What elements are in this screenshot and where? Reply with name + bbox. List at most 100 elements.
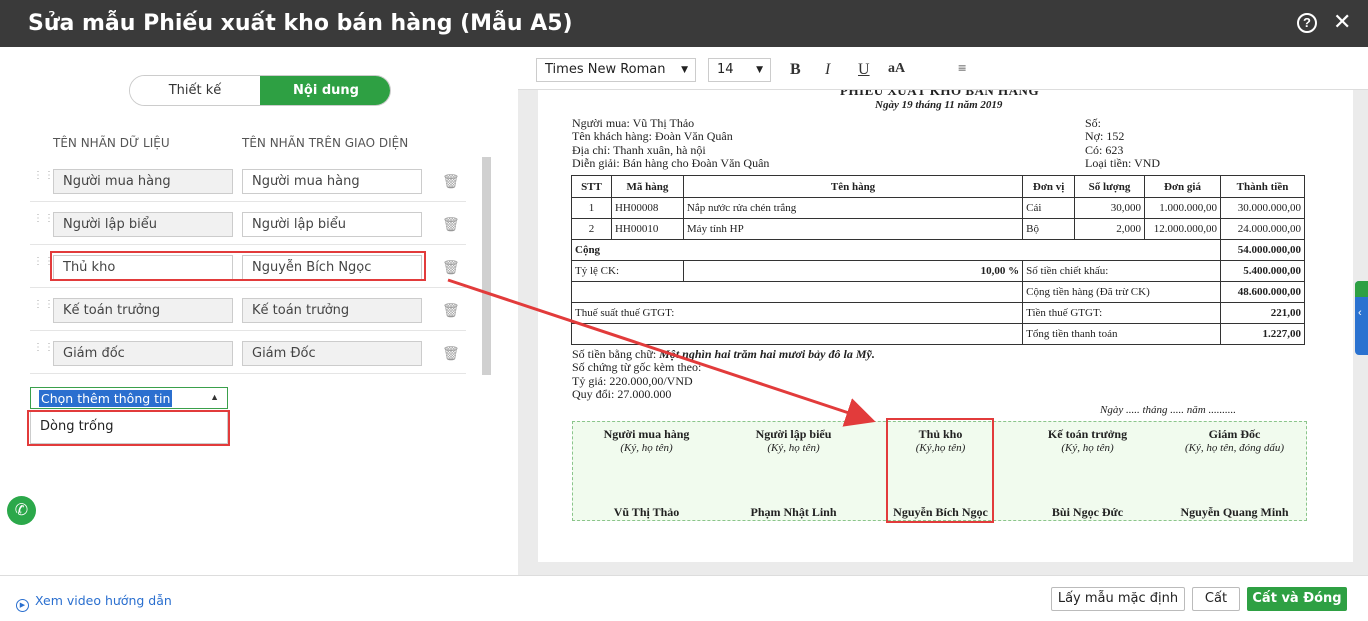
mode-toggle: Thiết kế Nội dung <box>129 75 391 106</box>
trash-icon[interactable]: 🗑 <box>442 173 460 189</box>
table-cell: Máy tính HP <box>682 218 1024 240</box>
preview-panel: Times New Roman ▼ 14 ▼ B I U aA ≡ PHIẾU … <box>518 47 1368 575</box>
trash-icon[interactable]: 🗑 <box>442 259 460 275</box>
ui-label-input[interactable]: Kế toán trưởng <box>242 298 422 323</box>
table-cell <box>570 323 1024 345</box>
signer-title: Giám Đốc <box>1208 427 1261 441</box>
table-cell: HH00010 <box>610 218 684 240</box>
format-toolbar: Times New Roman ▼ 14 ▼ B I U aA ≡ <box>518 47 1368 90</box>
table-cell: Bộ <box>1022 218 1076 240</box>
table-header: STT <box>571 175 612 198</box>
table-header-row: STT Mã hàng Tên hàng Đơn vị Số lượng Đơn… <box>571 175 1306 198</box>
add-info-select[interactable]: Chọn thêm thông tin ▲ <box>30 387 228 409</box>
close-icon[interactable]: ✕ <box>1333 11 1351 33</box>
tab-content[interactable]: Nội dung <box>260 76 390 105</box>
drag-handle-icon[interactable]: ⋮⋮ <box>33 257 54 271</box>
items-table: STT Mã hàng Tên hàng Đơn vị Số lượng Đơn… <box>570 175 1306 345</box>
tab-design[interactable]: Thiết kế <box>130 76 260 105</box>
table-row: Tỷ lệ CK: 10,00 % Số tiền chiết khấu: 5.… <box>571 260 1306 282</box>
highlight-box <box>27 410 230 446</box>
doc-customer: Tên khách hàng: Đoàn Văn Quân <box>572 129 733 143</box>
italic-button[interactable]: I <box>825 61 830 79</box>
signer-title: Kế toán trưởng <box>1047 427 1128 441</box>
data-label-field: Kế toán trưởng <box>53 298 233 323</box>
content-editor-panel: Thiết kế Nội dung TÊN NHÃN DỮ LIỆU TÊN N… <box>0 47 518 575</box>
ui-label-input[interactable]: Giám Đốc <box>242 341 422 366</box>
net-label: Cộng tiền hàng (Đã trừ CK) <box>1022 281 1221 303</box>
table-row: 1 HH00008 Nắp nước rửa chén trắng Cái 30… <box>571 197 1306 219</box>
grand-value: 1.227,00 <box>1219 323 1306 345</box>
save-and-close-button[interactable]: Cất và Đóng <box>1247 587 1347 611</box>
help-video-label: Xem video hướng dẫn <box>35 593 172 608</box>
drag-handle-icon[interactable]: ⋮⋮ <box>33 300 54 314</box>
vat-label: Tiền thuế GTGT: <box>1022 302 1221 324</box>
font-size-value: 14 <box>717 62 734 77</box>
bold-button[interactable]: B <box>790 61 801 79</box>
signer-sub: (Ký, họ tên) <box>1061 442 1114 454</box>
side-panel-tab[interactable]: ‹ <box>1355 281 1368 355</box>
words-value: Một nghìn hai trăm hai mươi bảy đô la Mỹ… <box>659 347 875 361</box>
vat-value: 221,00 <box>1219 302 1306 324</box>
scrollbar[interactable] <box>482 157 491 375</box>
signer-sub: (Ký, họ tên) <box>767 442 820 454</box>
data-label-field: Người lập biểu <box>53 212 233 237</box>
signer-title: Người mua hàng <box>603 427 690 441</box>
drag-handle-icon[interactable]: ⋮⋮ <box>33 171 54 185</box>
play-icon: ▶ <box>16 599 29 612</box>
highlight-box <box>886 418 994 523</box>
table-cell: 1 <box>571 197 612 219</box>
footer-bar: ▶ Xem video hướng dẫn Lấy mẫu mặc định Cấ… <box>0 575 1368 621</box>
font-family-value: Times New Roman <box>545 62 666 77</box>
doc-attachments: Số chứng từ gốc kèm theo: <box>572 360 702 374</box>
doc-title: PHIẾU XUẤT KHO BÁN HÀNG <box>840 90 1040 98</box>
signer-sub: (Ký, họ tên) <box>620 442 673 454</box>
underline-button[interactable]: U <box>858 61 870 79</box>
discount-rate-label: Tỷ lệ CK: <box>571 260 684 282</box>
align-icon[interactable]: ≡ <box>958 61 966 78</box>
doc-date: Ngày 19 tháng 11 năm 2019 <box>875 99 1003 111</box>
ui-label-input[interactable]: Người lập biểu <box>242 212 422 237</box>
table-cell: 2 <box>571 218 612 240</box>
help-video-link[interactable]: ▶ Xem video hướng dẫn <box>16 593 172 612</box>
table-cell: 12.000.000,00 <box>1144 218 1221 240</box>
doc-exchange: Quy đổi: 27.000.000 <box>572 387 672 401</box>
trash-icon[interactable]: 🗑 <box>442 345 460 361</box>
table-cell: 2,000 <box>1074 218 1145 240</box>
discount-amount-label: Số tiền chiết khấu: <box>1022 260 1221 282</box>
table-header: Đơn giá <box>1144 175 1221 198</box>
table-cell: Nắp nước rửa chén trắng <box>682 197 1024 219</box>
doc-no: Nợ: 152 <box>1085 129 1125 143</box>
table-cell: HH00008 <box>610 197 684 219</box>
document-preview: PHIẾU XUẤT KHO BÁN HÀNG Ngày 19 tháng 11… <box>538 90 1353 562</box>
grand-label: Tổng tiền thanh toán <box>1022 323 1221 345</box>
table-row: Cộng 54.000.000,00 <box>571 239 1306 261</box>
trash-icon[interactable]: 🗑 <box>442 302 460 318</box>
signer-sub: (Ký, họ tên, đóng dấu) <box>1185 442 1284 454</box>
help-icon[interactable]: ? <box>1297 13 1317 33</box>
phone-icon[interactable]: ✆ <box>7 496 36 525</box>
column-header-ui-label: TÊN NHÃN TRÊN GIAO DIỆN <box>242 136 409 150</box>
signer-name: Vũ Thị Thảo <box>613 505 680 519</box>
table-cell: 30,000 <box>1074 197 1145 219</box>
text-case-button[interactable]: aA <box>888 61 905 77</box>
total-value: 54.000.000,00 <box>1219 239 1306 261</box>
trash-icon[interactable]: 🗑 <box>442 216 460 232</box>
drag-handle-icon[interactable]: ⋮⋮ <box>33 214 54 228</box>
title-bar: Sửa mẫu Phiếu xuất kho bán hàng (Mẫu A5)… <box>0 0 1368 47</box>
chevron-down-icon: ▼ <box>681 65 688 75</box>
table-header: Mã hàng <box>610 175 684 198</box>
signer-name: Bùi Ngọc Đức <box>1051 505 1124 519</box>
highlight-box <box>50 251 426 281</box>
signer-name: Nguyễn Quang Minh <box>1180 505 1289 519</box>
font-size-select[interactable]: 14 ▼ <box>708 58 771 82</box>
ui-label-input[interactable]: Người mua hàng <box>242 169 422 194</box>
default-template-button[interactable]: Lấy mẫu mặc định <box>1051 587 1185 611</box>
data-label-field: Người mua hàng <box>53 169 233 194</box>
drag-handle-icon[interactable]: ⋮⋮ <box>33 343 54 357</box>
table-cell <box>570 281 1024 303</box>
net-value: 48.600.000,00 <box>1219 281 1306 303</box>
font-family-select[interactable]: Times New Roman ▼ <box>536 58 696 82</box>
caret-up-icon: ▲ <box>210 392 219 402</box>
save-button[interactable]: Cất <box>1192 587 1240 611</box>
sign-date: Ngày ..... tháng ..... năm .......... <box>1100 404 1236 416</box>
